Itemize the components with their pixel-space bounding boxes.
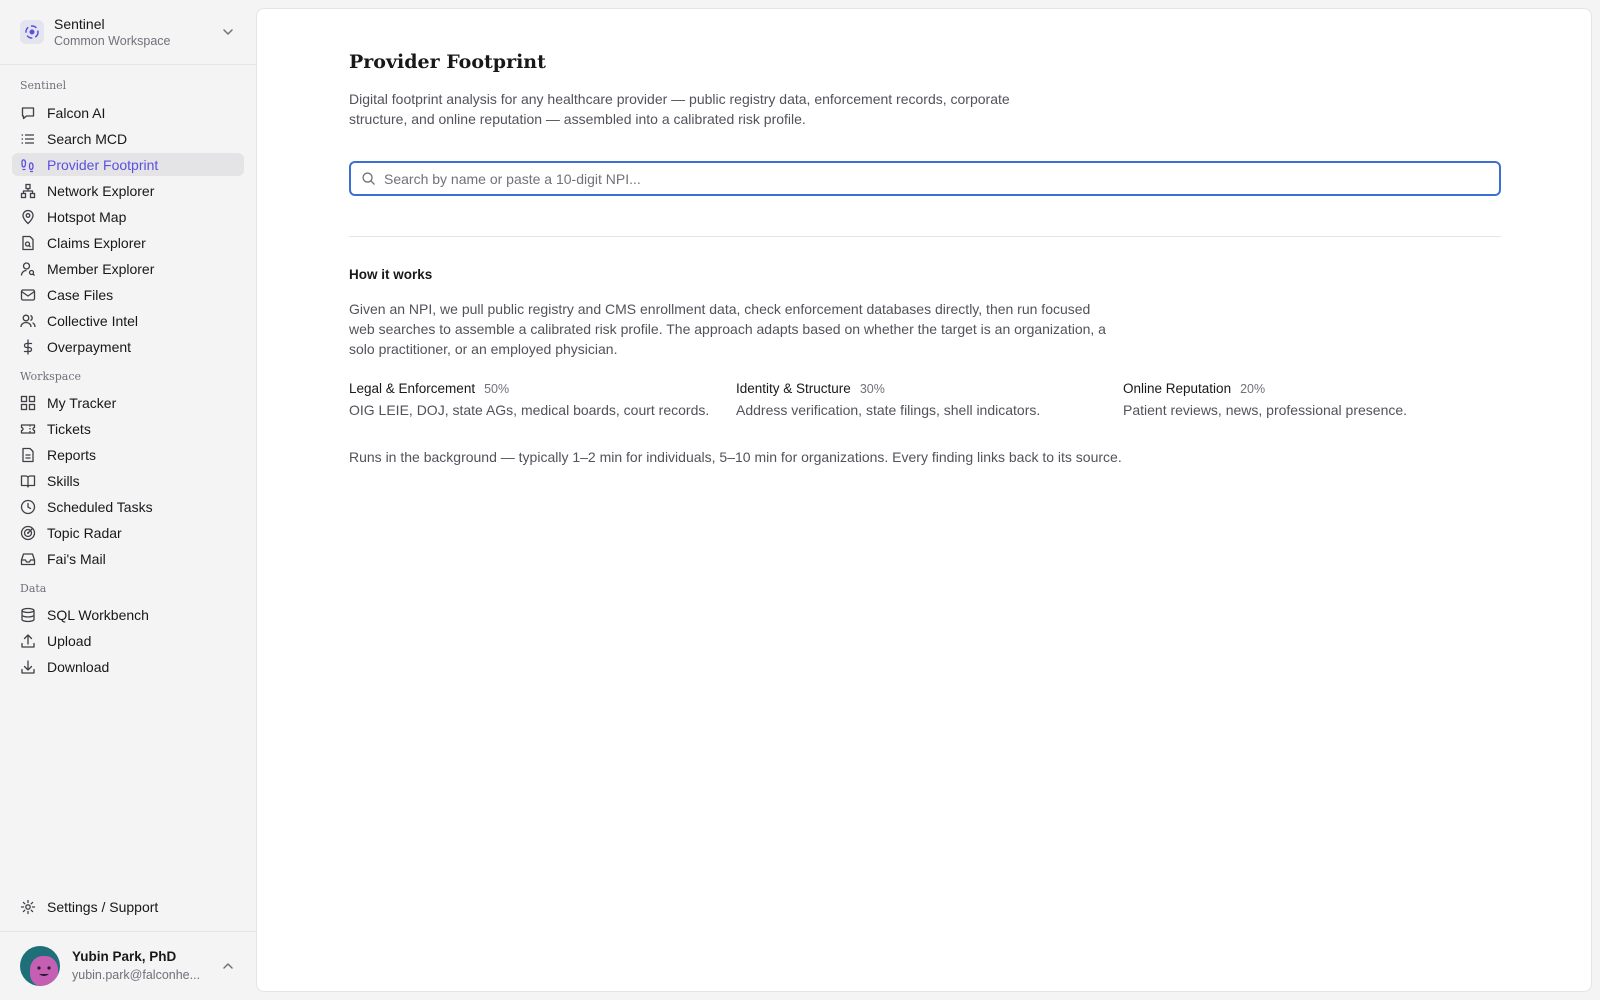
- sidebar-item-download[interactable]: Download: [12, 655, 244, 678]
- provider-search[interactable]: [349, 161, 1501, 196]
- book-icon: [20, 473, 36, 489]
- pillar-weight: 20%: [1240, 382, 1266, 396]
- database-icon: [20, 607, 36, 623]
- sidebar-item-settings-support[interactable]: Settings / Support: [12, 895, 244, 918]
- main-panel: Provider Footprint Digital footprint ana…: [256, 8, 1592, 992]
- gear-icon: [20, 899, 36, 915]
- sidebar-item-member-explorer[interactable]: Member Explorer: [12, 257, 244, 280]
- sidebar-item-label: Reports: [47, 446, 97, 463]
- pillar-description: Patient reviews, news, professional pres…: [1123, 402, 1408, 418]
- ticket-icon: [20, 421, 36, 437]
- list-icon: [20, 131, 36, 147]
- user-email: yubin.park@falconhe...: [72, 968, 201, 982]
- sidebar-item-provider-footprint[interactable]: Provider Footprint: [12, 153, 244, 176]
- sidebar-item-reports[interactable]: Reports: [12, 443, 244, 466]
- sidebar-item-label: Settings / Support: [47, 898, 159, 915]
- sidebar-item-network-explorer[interactable]: Network Explorer: [12, 179, 244, 202]
- inbox-icon: [20, 551, 36, 567]
- sidebar-item-label: Hotspot Map: [47, 208, 127, 225]
- pillar-weight: 30%: [859, 382, 885, 396]
- upload-icon: [20, 633, 36, 649]
- chevron-up-icon[interactable]: [220, 958, 236, 974]
- clock-icon: [20, 499, 36, 515]
- sidebar-item-label: Overpayment: [47, 338, 132, 355]
- page-description: Digital footprint analysis for any healt…: [349, 91, 1010, 127]
- workspace-subtitle: Common Workspace: [54, 33, 171, 48]
- users-icon: [20, 313, 36, 329]
- pillar-title: Identity & Structure: [736, 381, 851, 396]
- sidebar-item-label: Download: [47, 658, 110, 675]
- pillar-description: OIG LEIE, DOJ, state AGs, medical boards…: [349, 402, 710, 418]
- user-name: Yubin Park, PhD: [72, 949, 177, 964]
- pillar-legal-enforcement: Legal & Enforcement 50% OIG LEIE, DOJ, s…: [349, 381, 729, 418]
- how-it-works-heading: How it works: [349, 267, 433, 282]
- how-it-works-body: Given an NPI, we pull public registry an…: [349, 301, 1106, 357]
- workspace-switcher[interactable]: Sentinel Common Workspace: [0, 0, 256, 65]
- sidebar-item-upload[interactable]: Upload: [12, 629, 244, 652]
- sidebar-item-label: Claims Explorer: [47, 234, 146, 251]
- sidebar-item-skills[interactable]: Skills: [12, 469, 244, 492]
- chat-icon: [20, 105, 36, 121]
- sidebar-item-overpayment[interactable]: Overpayment: [12, 335, 244, 358]
- grid-icon: [20, 395, 36, 411]
- sidebar-item-claims-explorer[interactable]: Claims Explorer: [12, 231, 244, 254]
- sidebar: Sentinel Common Workspace Sentinel Falco…: [0, 0, 256, 1000]
- sidebar-item-tickets[interactable]: Tickets: [12, 417, 244, 440]
- sidebar-item-fais-mail[interactable]: Fai's Mail: [12, 547, 244, 570]
- pillar-title: Online Reputation: [1123, 381, 1232, 396]
- sidebar-item-collective-intel[interactable]: Collective Intel: [12, 309, 244, 332]
- sidebar-item-label: Network Explorer: [47, 182, 155, 199]
- sidebar-item-scheduled-tasks[interactable]: Scheduled Tasks: [12, 495, 244, 518]
- sidebar-item-label: My Tracker: [47, 394, 117, 411]
- mail-icon: [20, 287, 36, 303]
- sidebar-item-falcon-ai[interactable]: Falcon AI: [12, 101, 244, 124]
- user-search-icon: [20, 261, 36, 277]
- user-menu[interactable]: Yubin Park, PhD yubin.park@falconhe...: [0, 931, 256, 1000]
- radar-icon: [20, 525, 36, 541]
- dollar-icon: [20, 338, 36, 355]
- search-input[interactable]: [384, 170, 1484, 187]
- sidebar-item-search-mcd[interactable]: Search MCD: [12, 127, 244, 150]
- sidebar-item-label: Falcon AI: [47, 104, 106, 121]
- sidebar-item-label: Fai's Mail: [47, 550, 106, 567]
- sidebar-item-sql-workbench[interactable]: SQL Workbench: [12, 603, 244, 626]
- sidebar-item-label: Scheduled Tasks: [47, 498, 153, 515]
- sidebar-item-label: Skills: [47, 472, 80, 489]
- sidebar-item-case-files[interactable]: Case Files: [12, 283, 244, 306]
- document-icon: [20, 447, 36, 463]
- pillar-weight: 50%: [484, 382, 510, 396]
- chevron-down-icon[interactable]: [220, 24, 236, 40]
- sidebar-item-label: SQL Workbench: [47, 606, 149, 623]
- pillar-title: Legal & Enforcement: [349, 381, 476, 396]
- map-pin-icon: [20, 209, 36, 225]
- pillar-online-reputation: Online Reputation 20% Patient reviews, n…: [1123, 381, 1503, 418]
- avatar: [20, 946, 60, 986]
- section-label-workspace: Workspace: [20, 370, 82, 383]
- pillar-description: Address verification, state filings, she…: [736, 402, 1041, 418]
- file-search-icon: [20, 235, 36, 251]
- sidebar-item-label: Member Explorer: [47, 260, 155, 277]
- divider: [349, 236, 1501, 237]
- download-icon: [20, 659, 36, 675]
- section-label-data: Data: [20, 582, 47, 595]
- workspace-logo-icon: [20, 20, 44, 44]
- sidebar-item-label: Tickets: [47, 420, 91, 437]
- workspace-name: Sentinel: [54, 15, 105, 32]
- footprint-icon: [20, 157, 36, 173]
- pillar-identity-structure: Identity & Structure 30% Address verific…: [736, 381, 1116, 418]
- runtime-note: Runs in the background — typically 1–2 m…: [349, 449, 1122, 465]
- search-icon: [362, 172, 375, 185]
- sidebar-item-label: Provider Footprint: [47, 156, 159, 173]
- sidebar-item-label: Search MCD: [47, 130, 128, 147]
- sidebar-item-label: Collective Intel: [47, 312, 139, 329]
- sidebar-item-topic-radar[interactable]: Topic Radar: [12, 521, 244, 544]
- section-label-sentinel: Sentinel: [20, 79, 67, 92]
- page-title: Provider Footprint: [349, 51, 546, 73]
- sidebar-item-label: Topic Radar: [47, 524, 122, 541]
- sidebar-item-label: Case Files: [47, 286, 114, 303]
- sidebar-item-label: Upload: [47, 632, 92, 649]
- sidebar-item-my-tracker[interactable]: My Tracker: [12, 391, 244, 414]
- network-icon: [20, 183, 36, 199]
- sidebar-item-hotspot-map[interactable]: Hotspot Map: [12, 205, 244, 228]
